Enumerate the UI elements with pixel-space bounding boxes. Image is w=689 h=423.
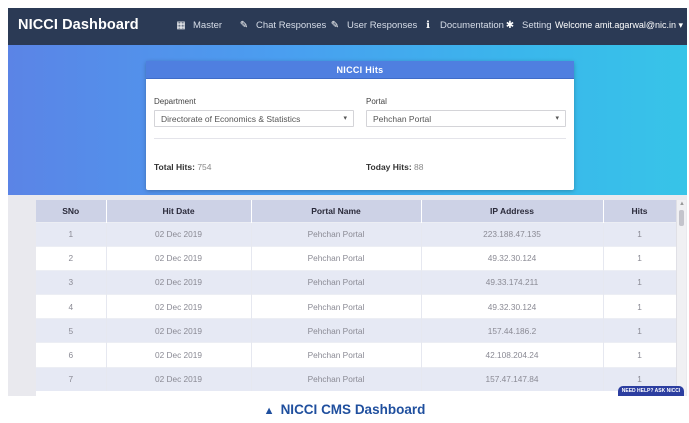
cell-sno: 4 — [36, 294, 107, 319]
cell-sno: 7 — [36, 366, 107, 392]
gear-icon: ✱ — [505, 20, 515, 31]
nav-item-chat-responses[interactable]: ✎ Chat Responses — [238, 20, 326, 31]
cell-portal-name: Pehchan Portal — [251, 342, 422, 368]
column-header-portal-name[interactable]: Portal Name — [251, 200, 422, 222]
table-row: 3 02 Dec 2019 Pehchan Portal 49.33.174.2… — [36, 269, 677, 295]
nav-item-label: Setting — [522, 20, 552, 31]
today-hits-value: 88 — [414, 162, 424, 172]
cell-ip-address: 157.44.186.2 — [421, 318, 604, 343]
table-scrollbar[interactable]: ▲ — [676, 200, 686, 396]
cell-hit-date: 02 Dec 2019 — [106, 318, 252, 343]
card-title: NICCI Hits — [146, 61, 574, 79]
cell-portal-name: Pehchan Portal — [251, 221, 422, 247]
cell-ip-address: 42.108.204.24 — [421, 342, 604, 368]
help-chat-button[interactable]: NEED HELP? ASK NICCI — [618, 386, 684, 396]
total-hits-value: 754 — [197, 162, 212, 172]
cell-hit-date: 02 Dec 2019 — [106, 366, 252, 392]
portal-value: Pehchan Portal — [373, 114, 432, 124]
column-header-hit-date[interactable]: Hit Date — [106, 200, 252, 222]
table-row: 6 02 Dec 2019 Pehchan Portal 42.108.204.… — [36, 342, 677, 368]
department-select[interactable]: Directorate of Economics & Statistics ▾ — [154, 110, 354, 127]
nav-item-label: Master — [193, 20, 223, 31]
scroll-up-arrow-icon[interactable]: ▲ — [679, 201, 685, 207]
cell-ip-address: 49.33.174.211 — [421, 269, 604, 295]
nav-item-documentation[interactable]: ℹ Documentation — [422, 20, 504, 31]
nav-item-label: Chat Responses — [256, 20, 327, 31]
nav-item-setting[interactable]: ✱ Setting — [504, 20, 552, 31]
cell-sno: 5 — [36, 318, 107, 343]
app-window: NICCI Dashboard ▦ Master ✎ Chat Response… — [8, 8, 687, 396]
today-hits: Today Hits: 88 — [366, 162, 424, 172]
cell-portal-name: Pehchan Portal — [251, 245, 422, 271]
cell-sno: 3 — [36, 269, 107, 295]
cell-portal-name: Pehchan Portal — [251, 318, 422, 343]
cell-portal-name: Pehchan Portal — [251, 366, 422, 392]
column-header-ip-address[interactable]: IP Address — [421, 200, 604, 222]
cell-hit-date: 02 Dec 2019 — [106, 342, 252, 368]
cell-portal-name: Pehchan Portal — [251, 294, 422, 319]
cell-sno: 6 — [36, 342, 107, 368]
cell-hit-date: 02 Dec 2019 — [106, 269, 252, 295]
cell-ip-address: 49.32.30.124 — [421, 245, 604, 271]
nav-item-master[interactable]: ▦ Master — [175, 20, 222, 31]
department-value: Directorate of Economics & Statistics — [161, 114, 301, 124]
table-header-row: SNo Hit Date Portal Name IP Address Hits — [36, 200, 677, 222]
cell-hits: 1 — [603, 221, 677, 247]
top-navbar: NICCI Dashboard ▦ Master ✎ Chat Response… — [8, 8, 687, 45]
cell-sno: 1 — [36, 221, 107, 247]
cell-hit-date: 02 Dec 2019 — [106, 245, 252, 271]
chevron-down-icon: ▾ — [555, 115, 559, 122]
cell-hits: 1 — [603, 294, 677, 319]
total-hits-label: Total Hits: — [154, 162, 195, 172]
portal-label: Portal — [366, 97, 387, 106]
hero-banner: NICCI Hits Department Directorate of Eco… — [8, 45, 687, 195]
cell-hits: 1 — [603, 342, 677, 368]
user-menu[interactable]: Welcome amit.agarwal@nic.in ▾ — [555, 20, 683, 31]
table-row: 5 02 Dec 2019 Pehchan Portal 157.44.186.… — [36, 318, 677, 343]
cell-hit-date: 02 Dec 2019 — [106, 221, 252, 247]
cell-sno: 2 — [36, 245, 107, 271]
hits-table: SNo Hit Date Portal Name IP Address Hits… — [36, 200, 677, 392]
table-row: 2 02 Dec 2019 Pehchan Portal 49.32.30.12… — [36, 245, 677, 271]
department-label: Department — [154, 97, 196, 106]
column-header-hits[interactable]: Hits — [603, 200, 677, 222]
divider — [154, 138, 566, 139]
edit-icon: ✎ — [330, 20, 340, 31]
nav-item-user-responses[interactable]: ✎ User Responses — [329, 20, 417, 31]
table-icon: ▦ — [176, 20, 186, 31]
nav-item-label: Documentation — [440, 20, 504, 31]
scrollbar-thumb[interactable] — [679, 210, 684, 226]
hits-card: NICCI Hits Department Directorate of Eco… — [146, 61, 574, 190]
info-icon: ℹ — [426, 20, 430, 31]
table-row: 4 02 Dec 2019 Pehchan Portal 49.32.30.12… — [36, 294, 677, 319]
cell-ip-address: 223.188.47.135 — [421, 221, 604, 247]
cell-hits: 1 — [603, 318, 677, 343]
edit-icon: ✎ — [239, 20, 249, 31]
table-row: 7 02 Dec 2019 Pehchan Portal 157.47.147.… — [36, 366, 677, 392]
total-hits: Total Hits: 754 — [154, 162, 212, 172]
nav-item-label: User Responses — [347, 20, 418, 31]
chevron-down-icon: ▾ — [343, 115, 347, 122]
cell-hits: 1 — [603, 269, 677, 295]
cell-ip-address: 157.47.147.84 — [421, 366, 604, 392]
today-hits-label: Today Hits: — [366, 162, 412, 172]
cell-hit-date: 02 Dec 2019 — [106, 294, 252, 319]
table-row: 1 02 Dec 2019 Pehchan Portal 223.188.47.… — [36, 221, 677, 247]
brand-title[interactable]: NICCI Dashboard — [18, 17, 139, 33]
portal-select[interactable]: Pehchan Portal ▾ — [366, 110, 566, 127]
cell-ip-address: 49.32.30.124 — [421, 294, 604, 319]
caption-text: NICCI CMS Dashboard — [280, 402, 426, 417]
column-header-sno[interactable]: SNo — [36, 200, 107, 222]
hits-table-container: SNo Hit Date Portal Name IP Address Hits… — [36, 200, 686, 396]
cell-hits: 1 — [603, 245, 677, 271]
cell-portal-name: Pehchan Portal — [251, 269, 422, 295]
figure-caption: ▲ NICCI CMS Dashboard — [0, 398, 689, 421]
triangle-up-icon: ▲ — [263, 405, 275, 417]
